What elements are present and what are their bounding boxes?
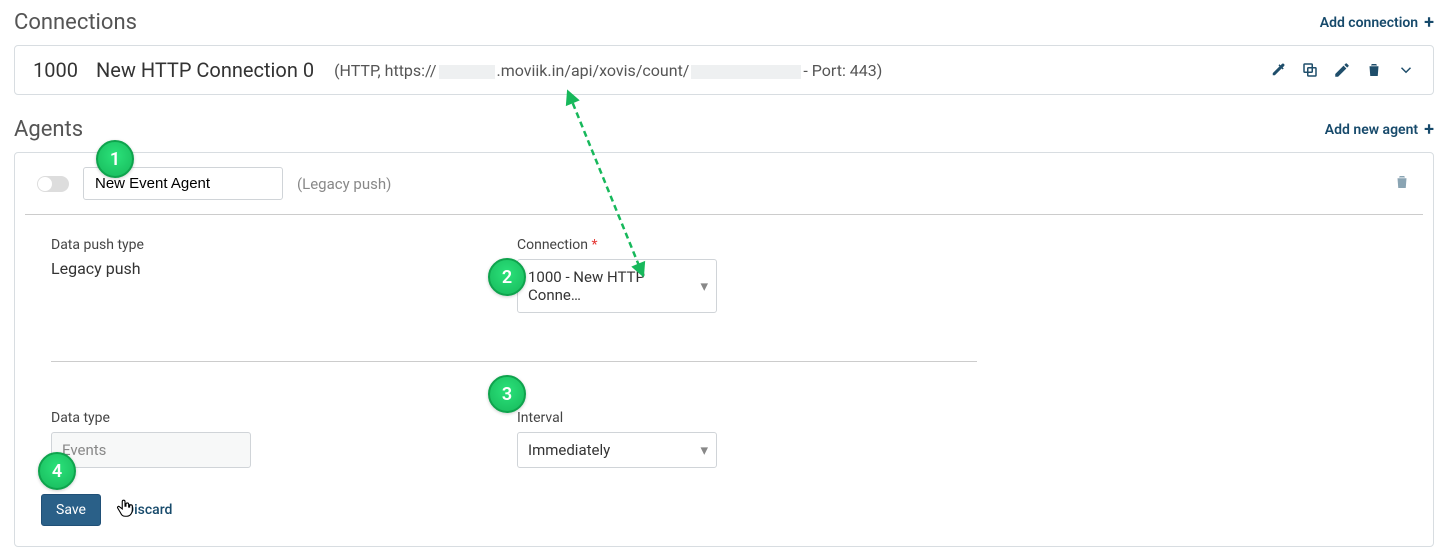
- connection-label: Connection *: [517, 237, 977, 253]
- page-root: Connections Add connection + 1000 New HT…: [14, 10, 1434, 547]
- interval-select[interactable]: Immediately ▾: [517, 432, 717, 468]
- pencil-icon[interactable]: [1333, 61, 1351, 79]
- annotation-marker-4: 4: [38, 452, 76, 490]
- connections-title: Connections: [14, 10, 137, 35]
- connection-detail: (HTTP, https:// .moviik.in/api/xovis/cou…: [334, 61, 882, 80]
- connection-card: 1000 New HTTP Connection 0 (HTTP, https:…: [14, 45, 1434, 95]
- add-connection-button[interactable]: Add connection +: [1320, 15, 1434, 31]
- connection-actions: [1269, 61, 1415, 79]
- data-type-select[interactable]: Events: [51, 432, 251, 468]
- agent-enable-toggle[interactable]: [37, 176, 69, 192]
- eyedropper-icon[interactable]: [1269, 61, 1287, 79]
- required-asterisk: *: [591, 237, 597, 253]
- data-type-field: Data type Events: [51, 410, 511, 468]
- annotation-marker-1: 1: [96, 140, 134, 178]
- chevron-down-icon: ▾: [700, 277, 708, 295]
- chevron-down-icon: ▾: [700, 441, 708, 459]
- agent-body: Data push type Legacy push Connection * …: [25, 214, 1423, 468]
- data-type-label: Data type: [51, 410, 511, 426]
- agent-legacy-note: (Legacy push): [297, 175, 391, 193]
- agent-form: Data push type Legacy push Connection * …: [51, 237, 1397, 468]
- data-push-type-value: Legacy push: [51, 259, 511, 278]
- plus-icon: +: [1424, 18, 1434, 27]
- agents-title: Agents: [14, 117, 83, 142]
- chevron-down-icon[interactable]: [1397, 61, 1415, 79]
- agent-header-row: (Legacy push): [15, 153, 1433, 214]
- interval-label: Interval: [517, 410, 977, 426]
- add-connection-label: Add connection: [1320, 15, 1418, 31]
- cursor-pointer-icon: [114, 497, 136, 525]
- annotation-marker-2: 2: [488, 258, 526, 296]
- trash-icon[interactable]: [1393, 173, 1411, 195]
- redacted-host: [439, 65, 495, 79]
- add-agent-label: Add new agent: [1325, 122, 1418, 138]
- add-agent-button[interactable]: Add new agent +: [1325, 122, 1434, 138]
- trash-icon[interactable]: [1365, 61, 1383, 79]
- save-button[interactable]: Save: [41, 494, 101, 526]
- redacted-path: [691, 65, 801, 79]
- data-push-type-field: Data push type Legacy push: [51, 237, 511, 278]
- plus-icon: +: [1424, 125, 1434, 134]
- connections-header: Connections Add connection +: [14, 10, 1434, 35]
- connection-select[interactable]: 1000 - New HTTP Conne… ▾: [517, 259, 717, 313]
- connection-row: 1000 New HTTP Connection 0 (HTTP, https:…: [15, 46, 1433, 94]
- connection-field: Connection * 1000 - New HTTP Conne… ▾: [517, 237, 977, 313]
- agent-card: (Legacy push) Data push type Legacy push…: [14, 152, 1434, 547]
- connection-id: 1000: [33, 58, 78, 82]
- agent-button-row: Save Discard: [15, 468, 1433, 546]
- form-divider: [51, 361, 977, 362]
- annotation-marker-3: 3: [488, 375, 526, 413]
- interval-field: Interval Immediately ▾: [517, 410, 977, 468]
- connection-name: New HTTP Connection 0: [96, 58, 314, 82]
- data-push-type-label: Data push type: [51, 237, 511, 253]
- copy-icon[interactable]: [1301, 61, 1319, 79]
- agents-header: Agents Add new agent +: [14, 117, 1434, 142]
